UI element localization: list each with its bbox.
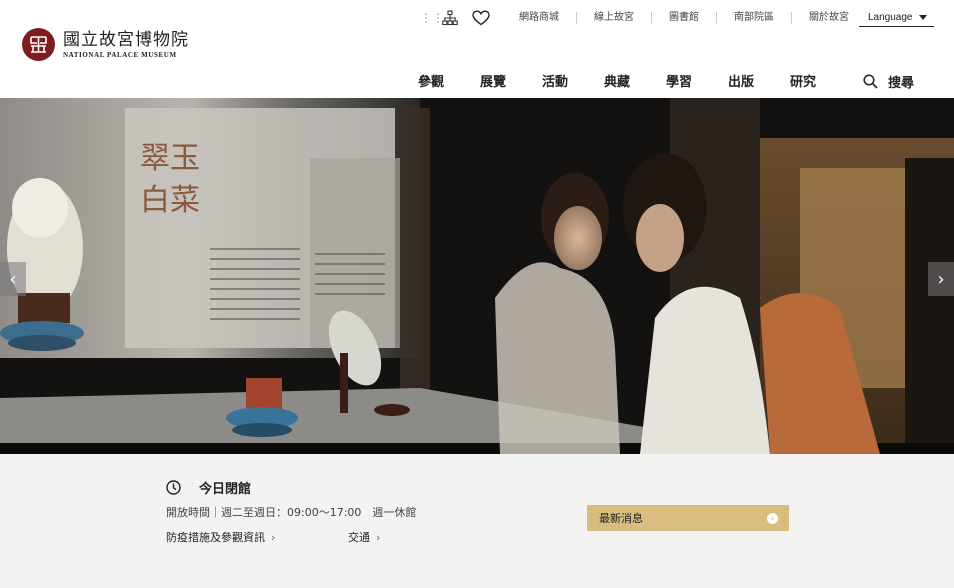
sign-line2: 白菜 [140,183,200,218]
carousel-next-button[interactable]: › [928,262,954,296]
main-nav: 參觀 展覽 活動 典藏 學習 出版 研究 [418,71,852,90]
util-link-online[interactable]: 線上故宮 [577,12,652,24]
util-link-shop[interactable]: 網路商城 [502,12,577,24]
seal-icon [22,28,55,61]
clock-icon [166,480,181,495]
util-link-library[interactable]: 圖書館 [652,12,717,24]
chevron-right-icon: › [271,531,276,544]
chevron-right-icon: › [376,531,381,544]
hero-image: 翠玉 白菜 [0,98,954,454]
transport-link[interactable]: 交通 › [348,529,380,545]
util-link-about[interactable]: 關於故宮 [792,12,866,24]
nav-item-collections[interactable]: 典藏 [604,71,666,90]
nav-item-events[interactable]: 活動 [542,71,604,90]
language-label: Language [868,11,913,23]
nav-item-visit[interactable]: 參觀 [418,71,480,90]
utility-nav: ⋮⋮ 網路商城 線上故宮 圖書館 南部院區 關於故宮 [420,9,866,27]
nav-item-research[interactable]: 研究 [790,71,852,90]
search-icon [863,74,878,89]
nav-item-exhibitions[interactable]: 展覽 [480,71,542,90]
grid-dots-icon[interactable]: ⋮⋮ [420,11,444,25]
nav-item-publications[interactable]: 出版 [728,71,790,90]
search-label: 搜尋 [888,76,915,91]
sitemap-icon[interactable] [442,10,458,26]
latest-news-label: 最新消息 [599,512,643,525]
arrow-circle-icon: › [767,513,778,524]
transport-label: 交通 [348,531,370,544]
covid-info-label: 防疫措施及參觀資訊 [166,531,265,544]
latest-news-button[interactable]: 最新消息 › [587,505,789,531]
covid-info-link[interactable]: 防疫措施及參觀資訊 › [166,529,275,545]
nav-item-learning[interactable]: 學習 [666,71,728,90]
today-status: 今日閉館 [166,478,251,497]
today-label: 今日閉館 [199,482,252,497]
logo-chinese-name: 國立故宮博物院 [63,29,189,50]
museum-logo[interactable]: 國立故宮博物院 NATIONAL PALACE MUSEUM [22,28,189,61]
language-select[interactable]: Language [859,8,934,27]
search-button[interactable]: 搜尋 [863,72,914,91]
favorites-heart-icon[interactable] [472,10,490,26]
dropdown-caret-icon [918,14,927,20]
opening-hours: 開放時間｜週二至週日：09:00～17:00 週一休館 [166,506,417,519]
visit-info-bar: 今日閉館 開放時間｜週二至週日：09:00～17:00 週一休館 防疫措施及參觀… [0,454,954,588]
site-header: 國立故宮博物院 NATIONAL PALACE MUSEUM ⋮⋮ 網路商城 線… [0,0,954,98]
util-link-southern-branch[interactable]: 南部院區 [717,12,792,24]
logo-english-name: NATIONAL PALACE MUSEUM [63,50,177,59]
carousel-prev-button[interactable]: ‹ [0,262,26,296]
chevron-left-icon: ‹ [9,268,17,290]
sign-line1: 翠玉 [140,141,200,176]
hero-carousel: 翠玉 白菜 ‹ › [0,98,954,454]
chevron-right-icon: › [937,268,945,290]
